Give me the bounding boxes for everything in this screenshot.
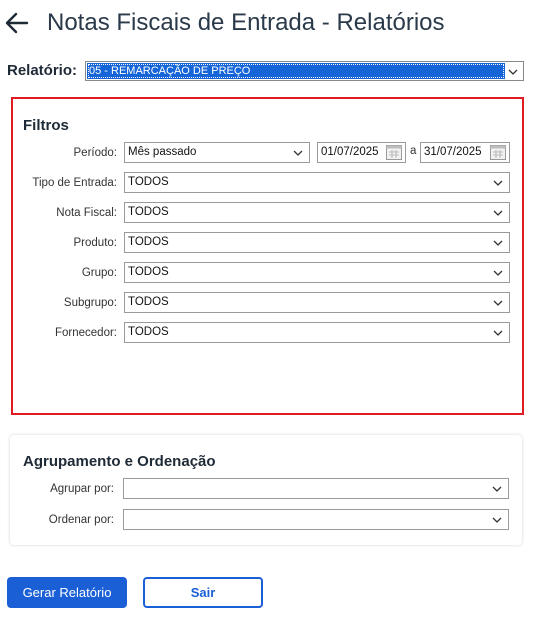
page-title: Notas Fiscais de Entrada - Relatórios bbox=[47, 9, 445, 36]
report-select-value: 05 - REMARCAÇÃO DE PREÇO bbox=[87, 63, 505, 79]
report-label: Relatório: bbox=[7, 62, 78, 79]
tipo-entrada-select[interactable]: TODOS bbox=[124, 172, 510, 193]
grupo-value: TODOS bbox=[128, 266, 169, 278]
chevron-down-icon bbox=[492, 517, 502, 523]
chevron-down-icon bbox=[493, 210, 503, 216]
ordenar-select[interactable] bbox=[123, 509, 509, 530]
chevron-down-icon bbox=[508, 69, 518, 75]
arrow-left-icon bbox=[5, 12, 29, 34]
date-range-separator: a bbox=[410, 145, 417, 157]
grouping-panel: Agrupamento e Ordenação Agrupar por: Ord… bbox=[10, 435, 522, 545]
tipo-entrada-label: Tipo de Entrada: bbox=[32, 177, 117, 189]
chevron-down-icon bbox=[493, 180, 503, 186]
grupo-select[interactable]: TODOS bbox=[124, 262, 510, 283]
tipo-entrada-value: TODOS bbox=[128, 176, 169, 188]
periodo-label: Período: bbox=[73, 147, 117, 159]
produto-label: Produto: bbox=[73, 237, 117, 249]
generate-report-button[interactable]: Gerar Relatório bbox=[7, 577, 127, 608]
report-select[interactable]: 05 - REMARCAÇÃO DE PREÇO bbox=[85, 61, 524, 81]
chevron-down-icon bbox=[293, 150, 303, 156]
end-date-value: 31/07/2025 bbox=[424, 146, 482, 158]
nota-fiscal-label: Nota Fiscal: bbox=[56, 207, 117, 219]
filters-panel: Filtros Período: Mês passado 01/07/2025 … bbox=[11, 97, 524, 415]
periodo-select[interactable]: Mês passado bbox=[124, 142, 310, 163]
chevron-down-icon bbox=[493, 270, 503, 276]
start-date-field[interactable]: 01/07/2025 bbox=[317, 142, 406, 163]
end-date-field[interactable]: 31/07/2025 bbox=[420, 142, 510, 163]
subgrupo-select[interactable]: TODOS bbox=[124, 292, 510, 313]
chevron-down-icon bbox=[493, 330, 503, 336]
produto-value: TODOS bbox=[128, 236, 169, 248]
subgrupo-value: TODOS bbox=[128, 296, 169, 308]
grouping-title: Agrupamento e Ordenação bbox=[23, 453, 216, 470]
chevron-down-icon bbox=[492, 486, 502, 492]
grupo-label: Grupo: bbox=[81, 267, 117, 279]
nota-fiscal-value: TODOS bbox=[128, 206, 169, 218]
agrupar-label: Agrupar por: bbox=[50, 483, 114, 495]
exit-button[interactable]: Sair bbox=[143, 577, 263, 608]
calendar-icon[interactable] bbox=[386, 145, 402, 160]
chevron-down-icon bbox=[493, 300, 503, 306]
chevron-down-icon bbox=[493, 240, 503, 246]
periodo-value: Mês passado bbox=[128, 146, 197, 158]
fornecedor-label: Fornecedor: bbox=[54, 327, 117, 339]
subgrupo-label: Subgrupo: bbox=[63, 297, 117, 309]
start-date-value: 01/07/2025 bbox=[321, 146, 379, 158]
fornecedor-select[interactable]: TODOS bbox=[124, 322, 510, 343]
filters-title: Filtros bbox=[23, 117, 69, 134]
fornecedor-value: TODOS bbox=[128, 326, 169, 338]
nota-fiscal-select[interactable]: TODOS bbox=[124, 202, 510, 223]
ordenar-label: Ordenar por: bbox=[48, 514, 114, 526]
produto-select[interactable]: TODOS bbox=[124, 232, 510, 253]
agrupar-select[interactable] bbox=[123, 478, 509, 499]
back-button[interactable] bbox=[5, 11, 29, 35]
calendar-icon[interactable] bbox=[490, 145, 506, 160]
